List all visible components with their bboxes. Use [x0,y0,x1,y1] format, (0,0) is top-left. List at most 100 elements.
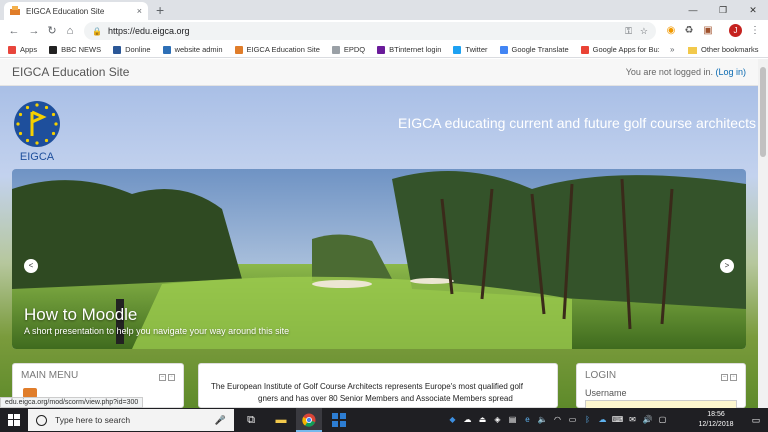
bookmark-item[interactable]: Google Apps for Bu: [580,45,660,54]
bookmark-label: Twitter [465,45,488,54]
more-bookmarks-icon[interactable]: » [670,42,674,58]
edge-icon[interactable]: e [521,408,534,432]
battery-icon[interactable]: ▭ [566,408,579,432]
keyboard-icon[interactable]: ⌨ [611,408,624,432]
login-status-text: You are not logged in. [625,67,713,77]
windows-taskbar: Type here to search 🎤 ⧉ ▬ ◆ ☁ ⏏ ◈ ▤ e 🔈 ◠ ▭ ᛒ ☁ ⌨ ✉ 🔊… [0,408,768,432]
app-tiles-icon[interactable] [326,408,352,432]
login-link[interactable]: (Log in) [715,67,746,77]
bookmark-item[interactable]: Donline [113,45,151,54]
eigca-logo: EIGCA [14,101,60,162]
recycle-icon[interactable]: ♻ [682,24,696,38]
bookmark-label: EIGCA Education Site [246,45,320,54]
minimize-button[interactable]: — [678,0,708,20]
key-icon[interactable]: ⚿ [625,26,632,37]
chrome-icon [302,413,316,427]
taskbar-clock[interactable]: 18:56 12/12/2018 [694,410,738,430]
eigca-icon [234,45,243,54]
bookmark-label: Google Translate [511,45,569,54]
tab-close-icon[interactable]: × [137,6,142,16]
bookmark-label: Apps [20,45,38,54]
carousel-prev-button[interactable]: < [24,259,38,273]
bookmark-item[interactable]: EIGCA Education Site [234,45,320,54]
bookmarks-bar: Apps BBC NEWS Donline website admin EIGCA Ed… [0,42,768,58]
task-view-icon[interactable]: ⧉ [238,408,264,432]
bookmark-label: BTinternet login [389,45,442,54]
bluetooth-icon[interactable]: ᛒ [581,408,594,432]
browser-toolbar: ← → ↻ ⌂ 🔒 https://edu.eigca.org ⚿ ☆ ◉ ♻ … [0,20,768,42]
site-brand[interactable]: EIGCA Education Site [12,65,129,79]
bookmark-item[interactable]: BBC NEWS [49,45,101,54]
intro-text-block: The European Institute of Golf Course Ar… [198,363,558,408]
extension-icon[interactable]: ▣ [701,24,715,38]
dock-block-icon[interactable]: ▫ [168,374,175,381]
clock-date: 12/12/2018 [698,421,734,428]
login-block-header: LOGIN – ▫ [577,364,745,387]
bookmark-item[interactable]: website admin [162,45,223,54]
other-bookmarks[interactable]: Other bookmarks [688,42,759,58]
bookmark-item[interactable]: Twitter [453,45,488,54]
windows-start-icon[interactable] [0,408,28,432]
speaker-icon[interactable]: 🔊 [641,408,654,432]
profile-avatar[interactable]: J [729,24,742,37]
tab-title: EIGCA Education Site [26,6,105,16]
new-tab-button[interactable]: + [156,2,164,18]
browser-tab[interactable]: EIGCA Education Site × [4,2,148,20]
url-text[interactable]: https://edu.eigca.org [108,26,617,36]
network-icon[interactable]: ▤ [506,408,519,432]
slide-subtitle: A short presentation to help you navigat… [24,326,290,336]
menu-dots-icon[interactable]: ⋮ [748,24,762,38]
main-menu-title: MAIN MENU [21,370,79,381]
close-window-button[interactable]: ✕ [738,0,768,20]
taskbar-search-box[interactable]: Type here to search 🎤 [28,409,234,431]
taskbar-search-placeholder[interactable]: Type here to search [55,415,215,425]
page-scrollbar[interactable] [758,59,768,408]
address-bar[interactable]: 🔒 https://edu.eigca.org ⚿ ☆ [84,22,656,40]
forward-arrow-icon[interactable]: → [26,23,42,39]
chat-icon[interactable]: ✉ [626,408,639,432]
carousel-next-button[interactable]: > [720,259,734,273]
scrollbar-thumb[interactable] [760,67,766,157]
main-menu-header: MAIN MENU – ▫ [13,364,183,387]
display-icon[interactable]: ▢ [656,408,669,432]
bookmark-label: EPDQ [343,45,366,54]
onedrive-icon[interactable]: ☁ [461,408,474,432]
bookmark-star-icon[interactable]: ☆ [640,26,648,37]
image-carousel[interactable]: < > How to Moodle A short presentation t… [12,169,746,349]
bookmark-label: Google Apps for Bu: [592,45,660,54]
login-status: You are not logged in. (Log in) [626,67,746,77]
google-icon [580,45,589,54]
tiles-icon [332,413,346,427]
microphone-icon[interactable]: 🎤 [215,415,226,426]
shield-icon[interactable]: ◈ [491,408,504,432]
bookmark-item[interactable]: Apps [8,45,37,54]
bbc-icon [49,45,58,54]
bookmark-item[interactable]: Google Translate [499,45,569,54]
bookmark-item[interactable]: EPDQ [331,45,366,54]
reload-icon[interactable]: ↻ [44,23,60,39]
maximize-button[interactable]: ❐ [708,0,738,20]
collapse-block-icon[interactable]: – [159,374,166,381]
file-explorer-icon[interactable]: ▬ [268,408,294,432]
globe-icon [162,45,171,54]
back-arrow-icon[interactable]: ← [6,23,22,39]
rss-icon[interactable]: ◉ [664,24,678,38]
home-icon[interactable]: ⌂ [62,23,78,39]
bookmark-label: BBC NEWS [61,45,102,54]
collapse-block-icon[interactable]: – [721,374,728,381]
login-block: LOGIN – ▫ Username [576,363,746,409]
action-center-icon[interactable]: ▭ [748,408,764,432]
browser-tab-strip: EIGCA Education Site × + — ❐ ✕ [0,0,768,20]
bookmark-item[interactable]: BTinternet login [377,45,441,54]
chrome-taskbar-icon[interactable] [296,408,322,432]
dock-block-icon[interactable]: ▫ [730,374,737,381]
site-tagline: EIGCA educating current and future golf … [398,115,756,131]
dropbox-icon[interactable]: ◆ [446,408,459,432]
volume-icon[interactable]: 🔈 [536,408,549,432]
slide-title[interactable]: How to Moodle [24,305,137,325]
clock-time: 18:56 [707,411,725,418]
wifi-icon[interactable]: ◠ [551,408,564,432]
usb-icon[interactable]: ⏏ [476,408,489,432]
cloud-icon[interactable]: ☁ [596,408,609,432]
bt-icon [377,45,386,54]
